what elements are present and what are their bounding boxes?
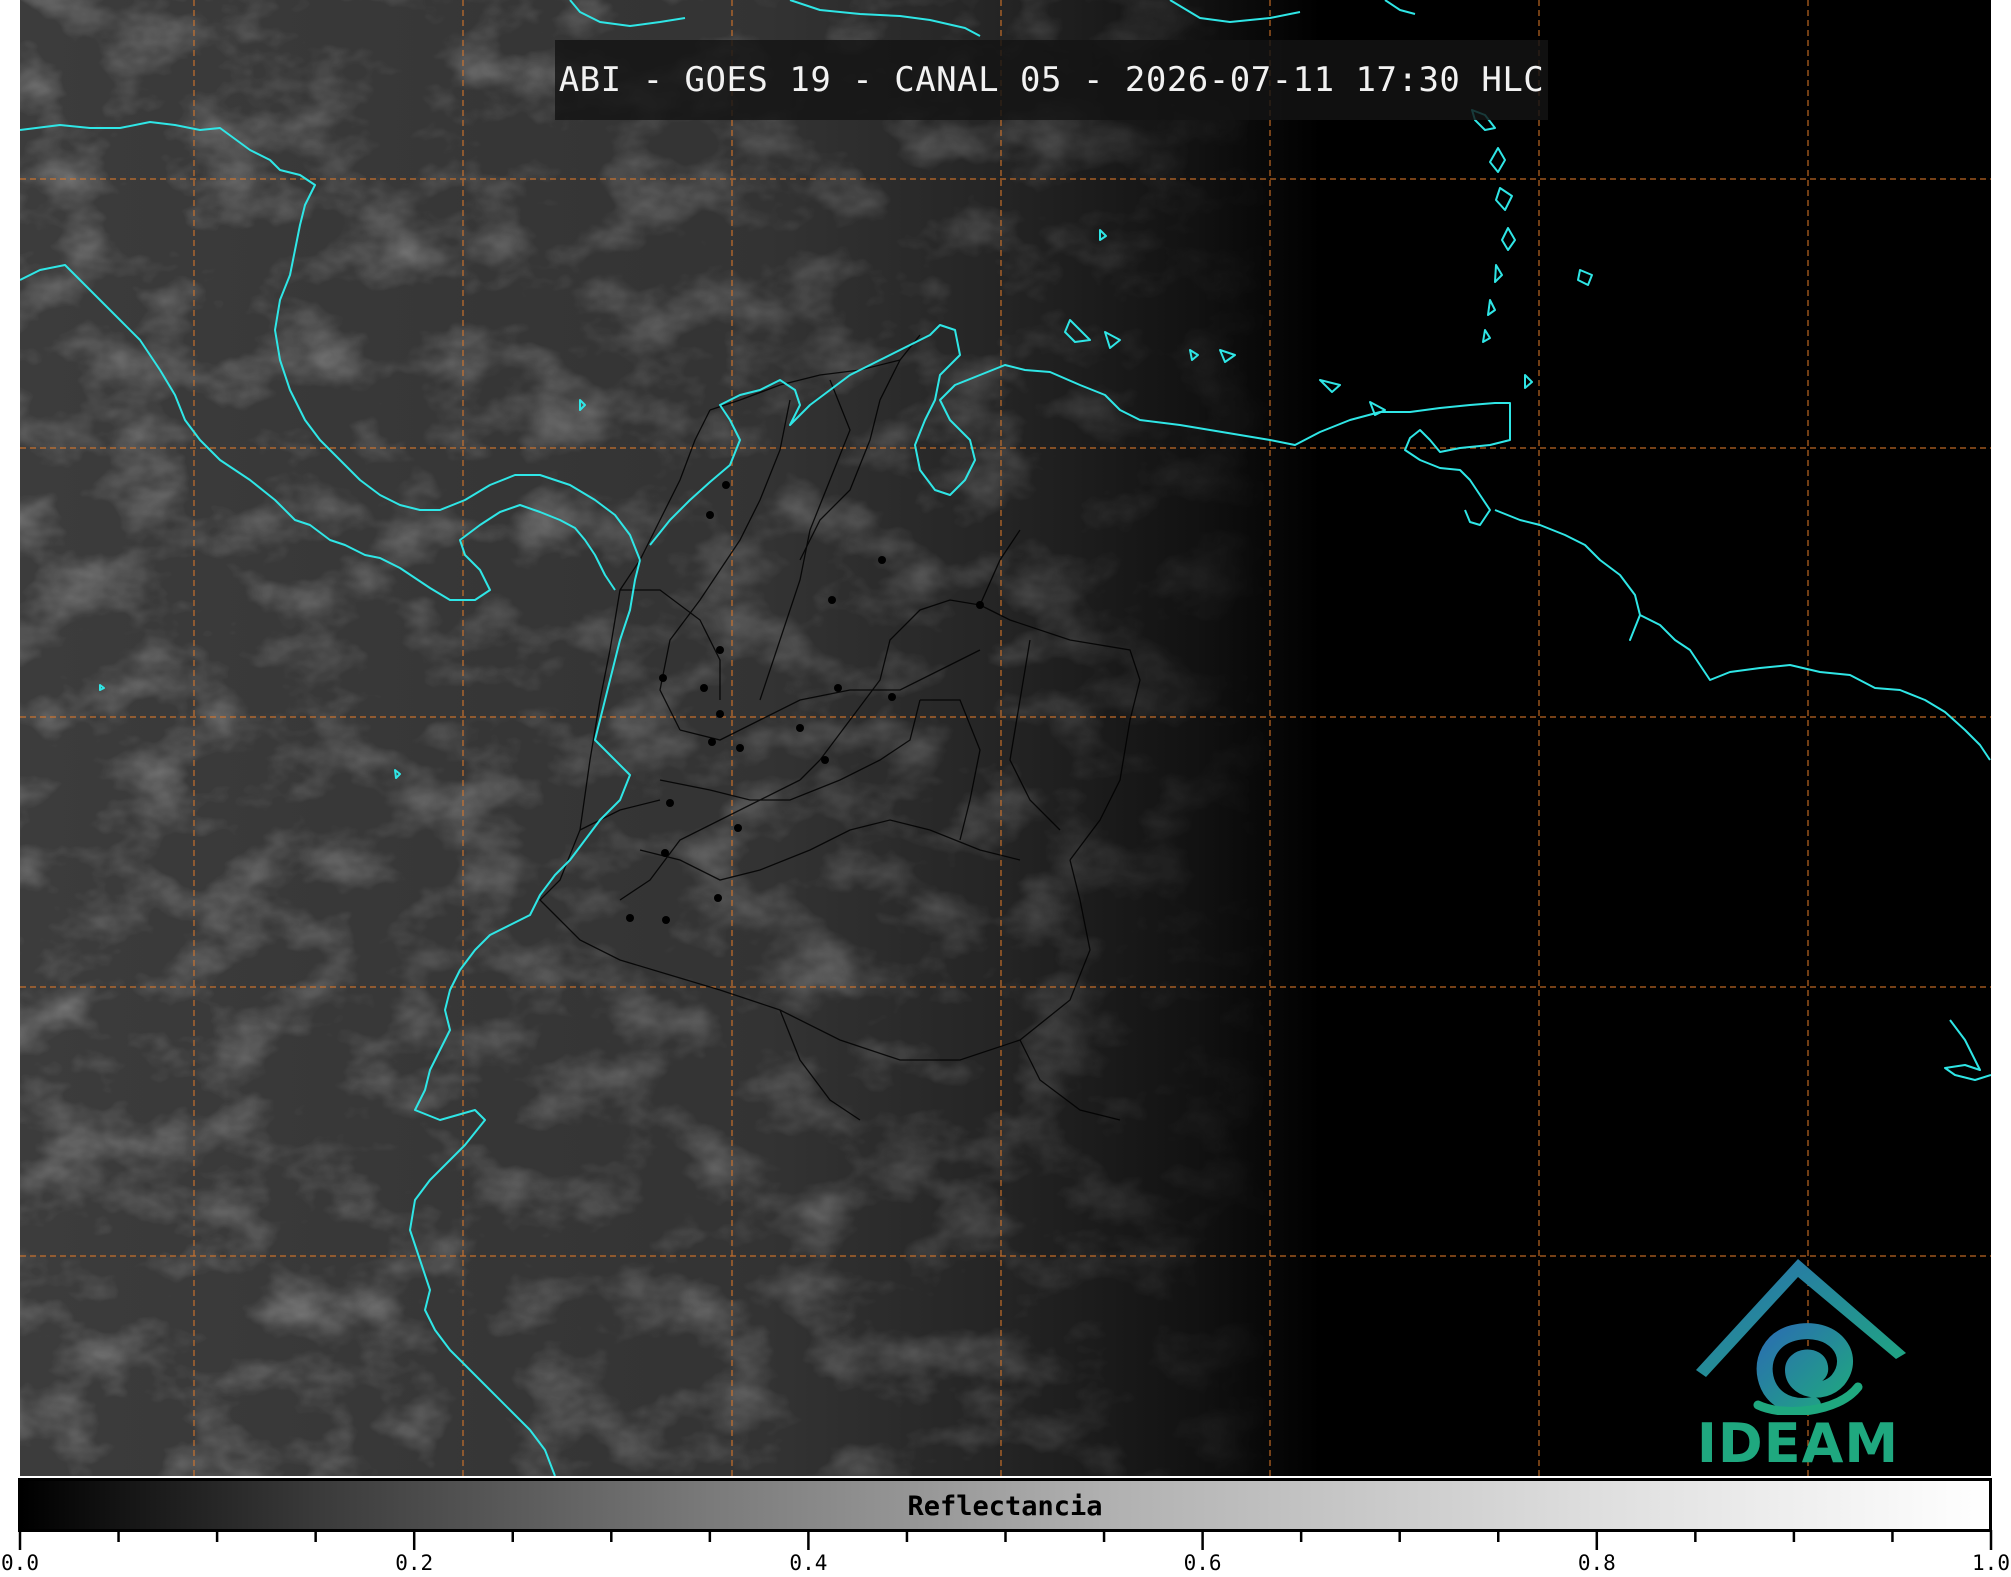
tick-label: 0.4 bbox=[789, 1551, 828, 1575]
tick-label: 0.6 bbox=[1183, 1551, 1222, 1575]
colorbar: Reflectancia bbox=[18, 1478, 1992, 1532]
tick-label: 0.8 bbox=[1577, 1551, 1616, 1575]
ideam-logo-text: IDEAM bbox=[1696, 1412, 1900, 1475]
satellite-map: ABI - GOES 19 - CANAL 05 - 2026-07-11 17… bbox=[20, 0, 1991, 1476]
colorbar-ticks bbox=[18, 1530, 1993, 1550]
ideam-logo: IDEAM bbox=[1688, 1255, 1908, 1475]
map-title: ABI - GOES 19 - CANAL 05 - 2026-07-11 17… bbox=[558, 60, 1545, 100]
tick-label: 0.0 bbox=[1, 1551, 39, 1575]
colorbar-label: Reflectancia bbox=[907, 1491, 1103, 1522]
tick-label: 0.2 bbox=[395, 1551, 434, 1575]
title-box: ABI - GOES 19 - CANAL 05 - 2026-07-11 17… bbox=[555, 40, 1548, 120]
tick-label: 1.0 bbox=[1972, 1551, 2010, 1575]
ideam-logo-icon bbox=[1696, 1259, 1906, 1415]
